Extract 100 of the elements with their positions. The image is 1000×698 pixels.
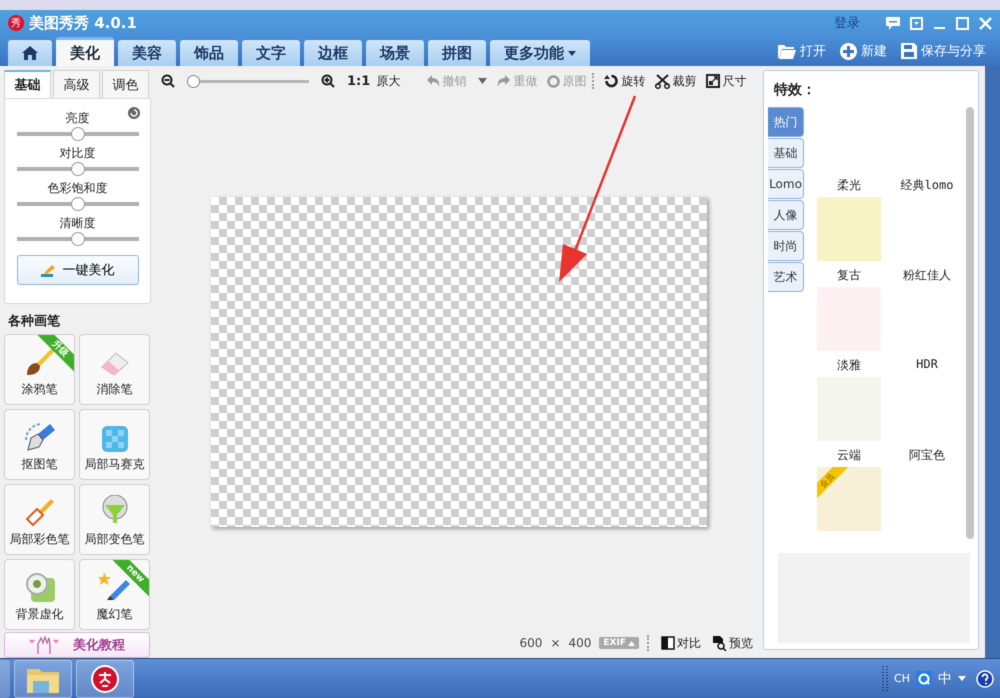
preview-icon — [713, 636, 727, 650]
effect-label: 粉红佳人 — [903, 267, 951, 284]
chat-icon[interactable] — [886, 16, 900, 30]
toolbar-action[interactable]: 旋转 — [604, 72, 646, 90]
one-click-button[interactable]: 一键美化 — [16, 255, 138, 285]
nav-tab[interactable]: 边框 — [304, 40, 362, 66]
category-tab[interactable]: 人像 — [768, 200, 804, 230]
wand-icon — [40, 263, 56, 277]
taskbar-button[interactable] — [14, 660, 72, 698]
nav-tab[interactable]: 场景 — [366, 40, 424, 66]
mosaic-icon — [102, 426, 128, 452]
save-icon — [901, 43, 917, 59]
section-heading: 各种画笔 — [8, 313, 61, 330]
image-height: 400 — [568, 636, 592, 650]
adjust-tab[interactable]: 基础 — [4, 70, 51, 98]
circle-icon — [547, 74, 560, 88]
effect-thumbnail[interactable] — [817, 197, 881, 261]
compare-icon — [661, 636, 675, 650]
dropdown-icon[interactable] — [910, 16, 923, 30]
zoom-in-icon[interactable] — [321, 74, 335, 88]
brush-button[interactable]: 涂鸦笔 升级 — [4, 334, 75, 406]
resize-icon — [706, 74, 720, 88]
adjust-tab[interactable]: 调色 — [102, 70, 149, 98]
nav-tab[interactable]: 美容 — [118, 40, 176, 66]
nav-tab[interactable]: 饰品 — [180, 40, 238, 66]
grip-icon — [882, 666, 888, 692]
brush-button[interactable]: 局部彩色笔 — [4, 484, 75, 556]
q-icon[interactable] — [916, 670, 932, 686]
zoom-out-icon[interactable] — [161, 74, 175, 88]
effect-label: 经典lomo — [900, 177, 954, 194]
category-tab[interactable]: 艺术 — [768, 262, 804, 292]
blur-icon — [24, 572, 54, 602]
reset-icon[interactable] — [128, 107, 140, 119]
brush-icon — [24, 497, 54, 528]
slider-thumb[interactable] — [70, 162, 84, 176]
category-tab[interactable]: Lomo — [768, 169, 804, 199]
hand-icon — [29, 636, 59, 654]
slider-thumb[interactable] — [70, 232, 84, 246]
eraser-icon — [100, 351, 130, 378]
rotate-icon — [604, 74, 620, 88]
nav-tab[interactable]: 美化 — [56, 37, 114, 66]
ratio-label[interactable]: 1:1 — [347, 74, 370, 88]
effect-label: 柔光 — [837, 177, 861, 194]
effect-label: 阿宝色 — [909, 447, 945, 464]
effect-thumbnail[interactable]: 会员 — [817, 467, 881, 531]
category-tab[interactable]: 热门 — [768, 107, 804, 137]
brush-button[interactable]: 抠图笔 — [4, 409, 75, 480]
compare-button[interactable]: 对比 — [661, 634, 701, 652]
category-tab[interactable]: 基础 — [768, 138, 804, 168]
slider-thumb[interactable] — [70, 127, 84, 141]
effect-label: 云端 — [837, 447, 861, 464]
app-logo-icon — [90, 664, 120, 694]
taskbar-button[interactable] — [76, 660, 134, 698]
brush-button[interactable]: 背景虚化 — [4, 559, 75, 630]
nav-tab[interactable]: 文字 — [242, 40, 300, 66]
file-action-link[interactable]: 新建 — [861, 42, 887, 60]
preview-button[interactable]: 预览 — [713, 634, 753, 652]
slider-label: 亮度 — [66, 110, 90, 127]
caret-icon — [568, 50, 576, 56]
nav-tab[interactable]: 拼图 — [428, 40, 486, 66]
start-button[interactable] — [0, 660, 10, 698]
window-title: 美图秀秀 4.0.1 — [29, 14, 137, 32]
redo-icon — [497, 74, 512, 88]
caret-icon[interactable] — [478, 78, 488, 84]
effect-label: 复古 — [837, 267, 861, 284]
scrollbar[interactable] — [966, 107, 974, 539]
scissors-icon — [655, 74, 670, 88]
pen-nib-icon — [24, 422, 56, 452]
effect-label: 淡雅 — [837, 357, 861, 374]
brush-button[interactable]: 局部变色笔 — [79, 484, 150, 556]
adjust-tab[interactable]: 高级 — [53, 70, 100, 98]
home-icon — [22, 46, 38, 60]
category-tab[interactable]: 时尚 — [768, 231, 804, 261]
triangle-icon — [628, 640, 635, 646]
slider-thumb[interactable] — [70, 197, 84, 211]
slider-label: 清晰度 — [60, 215, 96, 232]
help-icon[interactable] — [976, 670, 994, 688]
ime-indicator[interactable]: 中 — [938, 670, 952, 688]
app-logo: 秀 — [8, 15, 24, 31]
plus-circle-icon — [840, 42, 857, 60]
caret-icon[interactable] — [958, 676, 966, 681]
brush-button[interactable]: 局部马赛克 — [79, 409, 150, 480]
folder-icon — [778, 44, 796, 58]
file-action-link[interactable]: 保存与分享 — [921, 42, 986, 60]
zoom-thumb[interactable] — [187, 74, 200, 88]
brush-button[interactable]: 消除笔 — [79, 334, 150, 406]
language-indicator[interactable]: CH — [894, 672, 910, 685]
toolbar-action[interactable]: 裁剪 — [655, 72, 696, 90]
undo-icon — [426, 74, 440, 88]
actual-size-link[interactable]: 原大 — [376, 72, 400, 90]
tutorial-button[interactable]: 美化教程 — [4, 632, 150, 658]
toolbar-action[interactable]: 尺寸 — [706, 72, 746, 90]
effect-label: HDR — [916, 357, 938, 371]
nav-tab[interactable]: 更多功能 — [490, 40, 590, 66]
close-icon[interactable] — [979, 16, 992, 30]
home-tab[interactable] — [8, 40, 52, 66]
file-action-link[interactable]: 打开 — [800, 42, 826, 60]
slider-label: 对比度 — [60, 145, 96, 162]
slider-label: 色彩饱和度 — [48, 180, 108, 197]
maximize-icon[interactable] — [956, 16, 969, 30]
